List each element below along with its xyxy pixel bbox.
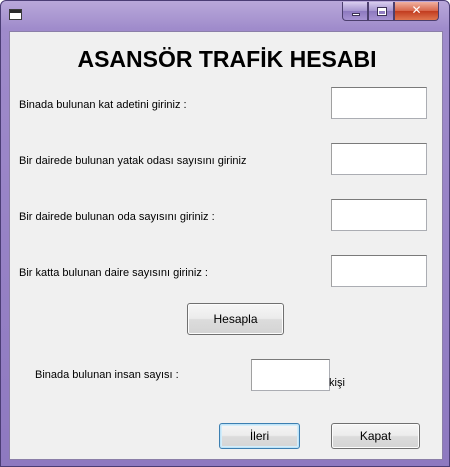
application-window: ✕ ASANSÖR TRAFİK HESABI Binada bulunan k… — [0, 0, 450, 467]
next-button[interactable]: İleri — [219, 423, 300, 449]
close-icon: ✕ — [411, 3, 422, 17]
bedroom-count-input[interactable] — [331, 143, 427, 175]
floor-count-input[interactable] — [331, 87, 427, 119]
room-count-input[interactable] — [331, 199, 427, 231]
calculate-button[interactable]: Hesapla — [187, 303, 284, 335]
maximize-icon — [377, 7, 387, 16]
minimize-button[interactable] — [342, 2, 368, 21]
app-window-icon[interactable] — [9, 9, 22, 20]
close-button[interactable]: ✕ — [394, 2, 439, 21]
population-unit-label: kişi — [329, 377, 345, 389]
close-form-button[interactable]: Kapat — [331, 423, 420, 449]
population-label: Binada bulunan insan sayısı : — [35, 369, 179, 381]
page-title: ASANSÖR TRAFİK HESABI — [77, 46, 377, 72]
bedroom-count-label: Bir dairede bulunan yatak odası sayısını… — [19, 155, 247, 167]
form-client-area: ASANSÖR TRAFİK HESABI Binada bulunan kat… — [9, 31, 443, 460]
population-output[interactable] — [251, 359, 330, 391]
title-bar[interactable]: ✕ — [1, 1, 449, 29]
maximize-button[interactable] — [368, 2, 394, 21]
apartments-per-floor-label: Bir katta bulunan daire sayısını giriniz… — [19, 267, 208, 279]
floor-count-label: Binada bulunan kat adetini giriniz : — [19, 99, 187, 111]
apartments-per-floor-input[interactable] — [331, 255, 427, 287]
minimize-icon — [352, 13, 360, 16]
room-count-label: Bir dairede bulunan oda sayısını giriniz… — [19, 211, 215, 223]
